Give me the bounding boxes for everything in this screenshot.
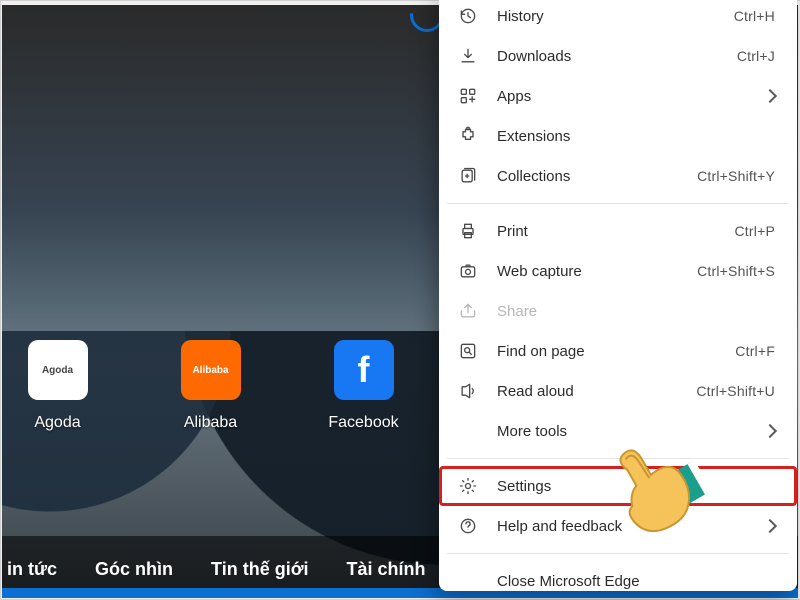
menu-item-label: History: [497, 8, 734, 25]
menu-item-settings[interactable]: Settings: [439, 466, 797, 506]
menu-item-label: Extensions: [497, 128, 775, 145]
menu-divider: [447, 553, 789, 554]
menu-item-shortcut: Ctrl+F: [735, 343, 775, 359]
menu-item-label: Apps: [497, 88, 755, 105]
menu-item-label: Collections: [497, 168, 697, 185]
menu-item-shortcut: Ctrl+Shift+U: [696, 383, 775, 399]
find-icon: [457, 340, 479, 362]
menu-item-shortcut: Ctrl+Shift+Y: [697, 168, 775, 184]
menu-item-close[interactable]: Close Microsoft Edge: [439, 561, 797, 591]
menu-divider: [447, 458, 789, 459]
menu-item-label: Settings: [497, 478, 775, 495]
menu-item-share: Share: [439, 291, 797, 331]
menu-item-label: Web capture: [497, 263, 697, 280]
readaloud-icon: [457, 380, 479, 402]
agoda-icon: [28, 340, 88, 400]
menu-item-apps[interactable]: Apps: [439, 76, 797, 116]
menu-item-help[interactable]: Help and feedback: [439, 506, 797, 546]
extensions-icon: [457, 125, 479, 147]
quick-link-label: Agoda: [20, 414, 95, 432]
quick-links-row: Agoda Alibaba Facebook: [20, 340, 401, 432]
menu-body: HistoryCtrl+HDownloadsCtrl+JAppsExtensio…: [439, 0, 797, 591]
menu-item-downloads[interactable]: DownloadsCtrl+J: [439, 36, 797, 76]
quick-link-agoda[interactable]: Agoda: [20, 340, 95, 432]
menu-item-shortcut: Ctrl+P: [735, 223, 776, 239]
collections-icon: [457, 165, 479, 187]
menu-item-print[interactable]: PrintCtrl+P: [439, 211, 797, 251]
print-icon: [457, 220, 479, 242]
menu-item-shortcut: Ctrl+H: [734, 8, 775, 24]
feed-tab[interactable]: Góc nhìn: [95, 559, 173, 580]
chevron-right-icon: [763, 424, 777, 438]
chevron-right-icon: [763, 519, 777, 533]
menu-item-moretools[interactable]: More tools: [439, 411, 797, 451]
menu-item-history[interactable]: HistoryCtrl+H: [439, 0, 797, 36]
quick-link-label: Facebook: [326, 414, 401, 432]
menu-item-label: Downloads: [497, 48, 737, 65]
menu-item-webcapture[interactable]: Web captureCtrl+Shift+S: [439, 251, 797, 291]
feed-tab[interactable]: Tài chính: [347, 559, 426, 580]
facebook-icon: [334, 340, 394, 400]
feed-tab[interactable]: Tin thế giới: [211, 559, 308, 580]
menu-item-shortcut: Ctrl+J: [737, 48, 775, 64]
quick-link-alibaba[interactable]: Alibaba: [173, 340, 248, 432]
quick-link-facebook[interactable]: Facebook: [326, 340, 401, 432]
history-icon: [457, 5, 479, 27]
menu-item-label: Find on page: [497, 343, 735, 360]
menu-item-find[interactable]: Find on pageCtrl+F: [439, 331, 797, 371]
menu-item-label: Print: [497, 223, 735, 240]
menu-item-label: Share: [497, 303, 775, 320]
blank-icon: [457, 420, 479, 442]
chevron-right-icon: [763, 89, 777, 103]
share-icon: [457, 300, 479, 322]
menu-item-extensions[interactable]: Extensions: [439, 116, 797, 156]
capture-icon: [457, 260, 479, 282]
download-icon: [457, 45, 479, 67]
menu-item-label: More tools: [497, 423, 755, 440]
menu-item-label: Close Microsoft Edge: [497, 573, 775, 590]
blank-icon: [457, 570, 479, 591]
app-frame: Agoda Alibaba Facebook in tức Góc nhìn Tin t…: [0, 0, 800, 600]
feed-tab[interactable]: in tức: [7, 559, 57, 580]
menu-item-shortcut: Ctrl+Shift+S: [697, 263, 775, 279]
menu-item-label: Read aloud: [497, 383, 696, 400]
quick-link-label: Alibaba: [173, 414, 248, 432]
menu-item-label: Help and feedback: [497, 518, 755, 535]
settings-icon: [457, 475, 479, 497]
alibaba-icon: [181, 340, 241, 400]
help-icon: [457, 515, 479, 537]
menu-divider: [447, 203, 789, 204]
menu-item-readaloud[interactable]: Read aloudCtrl+Shift+U: [439, 371, 797, 411]
browser-overflow-menu: HistoryCtrl+HDownloadsCtrl+JAppsExtensio…: [439, 0, 797, 591]
menu-item-collections[interactable]: CollectionsCtrl+Shift+Y: [439, 156, 797, 196]
apps-icon: [457, 85, 479, 107]
